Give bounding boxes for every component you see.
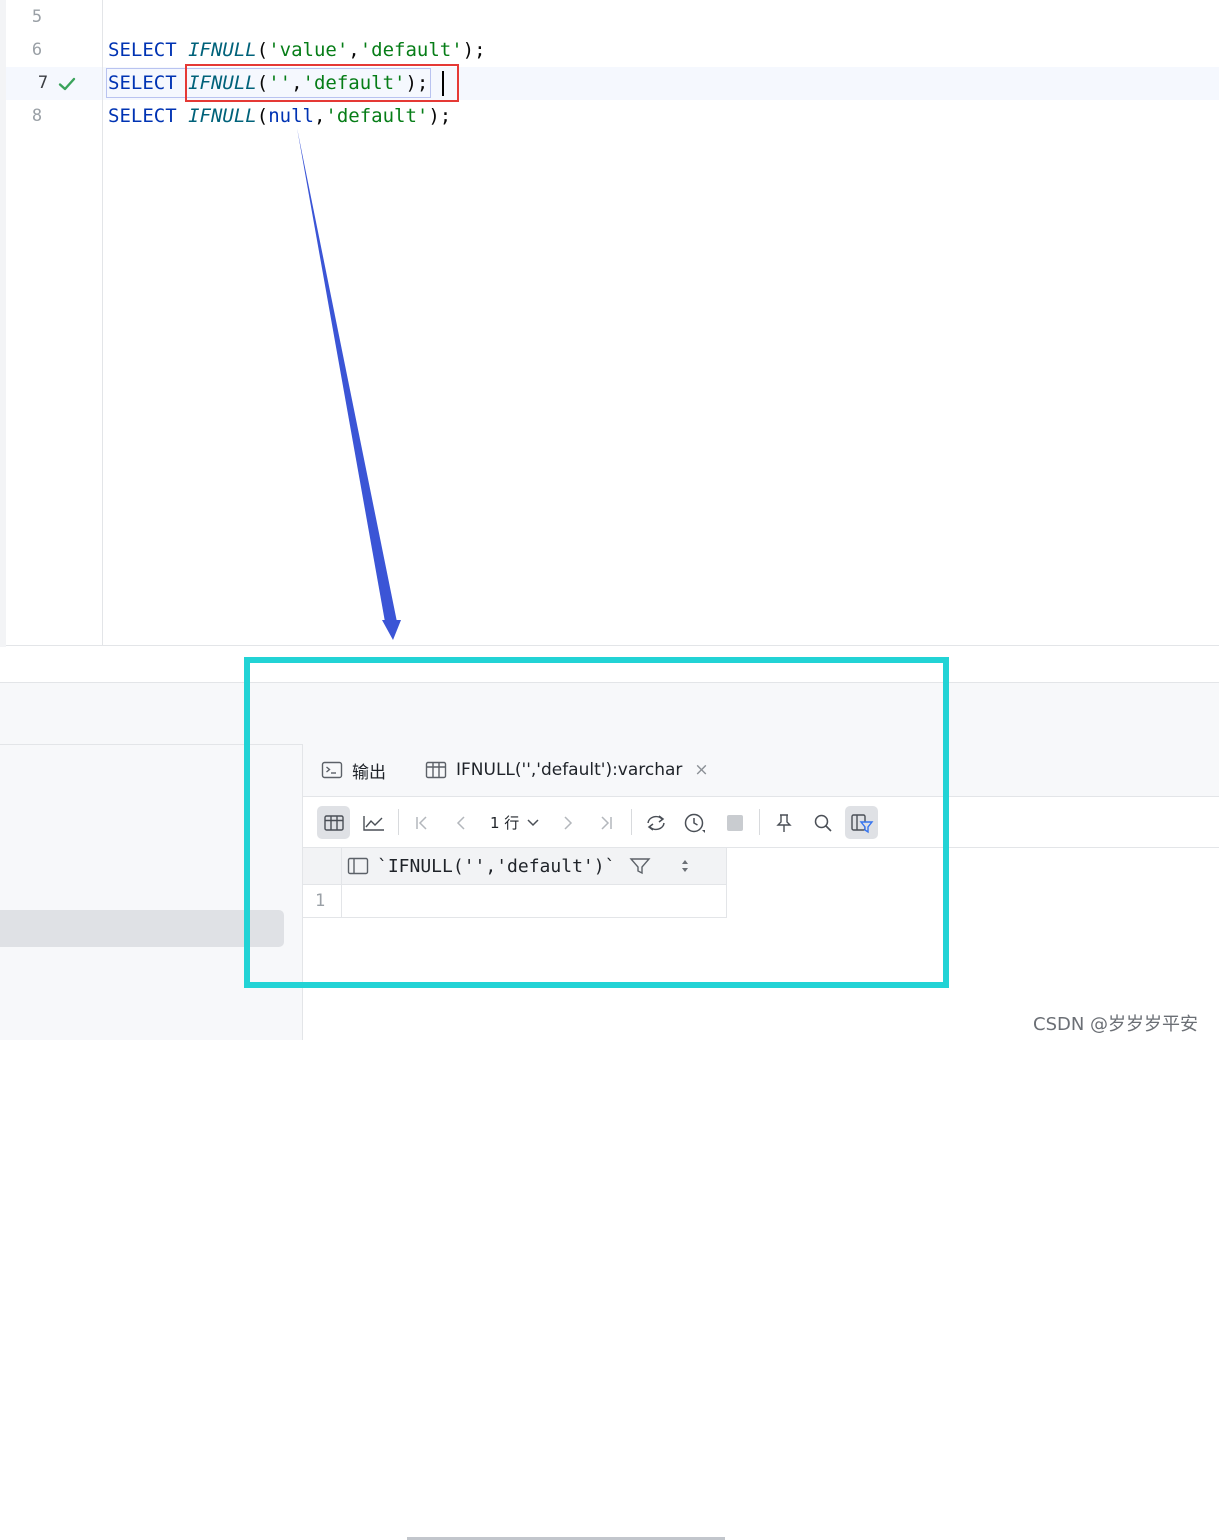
arrow-shaft bbox=[297, 128, 397, 622]
arrow-head bbox=[382, 620, 401, 640]
annotation-arrow bbox=[297, 128, 401, 640]
watermark: CSDN @岁岁岁平安 bbox=[1033, 1014, 1199, 1035]
